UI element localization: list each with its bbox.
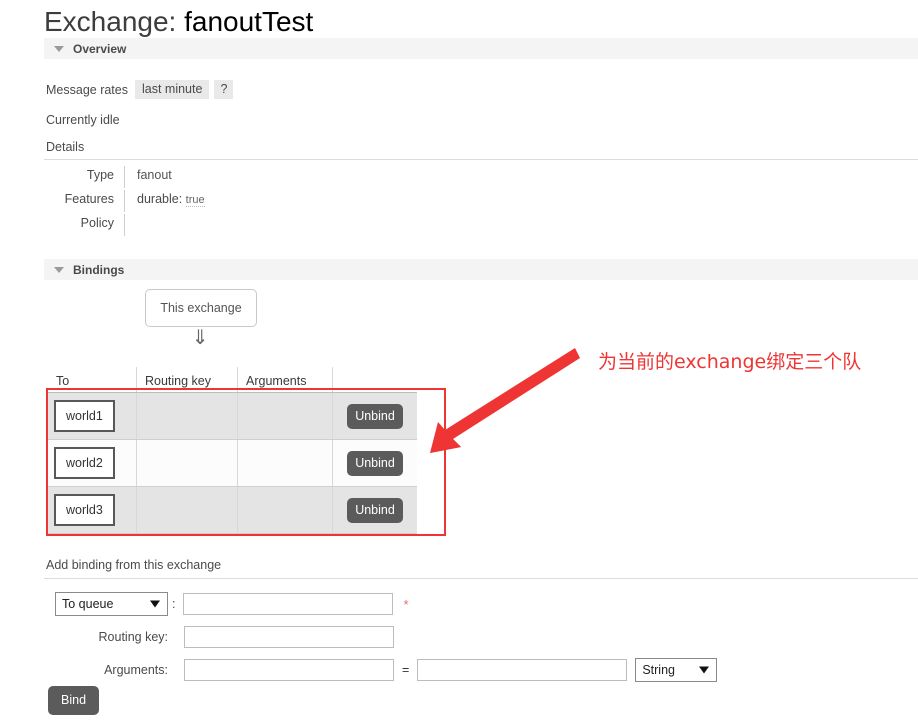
section-header-bindings-label: Bindings xyxy=(73,262,125,277)
binding-to-cell: world3 xyxy=(48,486,137,534)
table-row: world1 Unbind xyxy=(48,392,417,440)
binding-to-cell: world1 xyxy=(48,392,137,440)
details-divider xyxy=(44,159,918,160)
help-chip[interactable]: ? xyxy=(214,80,234,99)
routing-key-label: Routing key: xyxy=(98,630,168,644)
destination-type-select-wrap: To queue xyxy=(55,592,168,616)
bind-button[interactable]: Bind xyxy=(48,686,100,715)
bindings-table: To Routing key Arguments world1 Unbind w… xyxy=(48,367,417,534)
section-header-overview-label: Overview xyxy=(73,41,127,56)
destination-type-select[interactable]: To queue xyxy=(55,592,168,616)
feature-name-durable: durable: xyxy=(137,192,183,206)
routing-key-input[interactable] xyxy=(184,626,394,648)
annotation-arrow-icon xyxy=(430,348,580,453)
add-binding-form: To queue : * Routing key: Arguments: = S… xyxy=(44,592,718,691)
binding-arguments-cell xyxy=(237,439,333,487)
annotation-text: 为当前的exchange绑定三个队 xyxy=(598,351,862,373)
column-header-arguments[interactable]: Arguments xyxy=(237,367,333,393)
bind-button-wrap: Bind xyxy=(48,686,100,715)
binding-action-cell: Unbind xyxy=(332,392,417,440)
arguments-key-input[interactable] xyxy=(184,659,394,681)
status-text: Currently idle xyxy=(46,113,120,127)
queue-link[interactable]: world1 xyxy=(54,400,115,432)
destination-colon: : xyxy=(172,597,176,611)
destination-input[interactable] xyxy=(183,593,394,615)
table-row: world2 Unbind xyxy=(48,439,417,487)
chevron-down-icon xyxy=(54,45,64,52)
details-table: Type fanout Features durable: true Polic… xyxy=(44,166,344,238)
binding-routing-key-cell xyxy=(136,486,238,534)
form-row-destination: To queue : * xyxy=(44,592,717,616)
add-binding-title: Add binding from this exchange xyxy=(46,558,222,572)
unbind-button[interactable]: Unbind xyxy=(347,497,403,523)
column-header-to[interactable]: To xyxy=(48,367,137,393)
add-binding-divider xyxy=(44,578,918,579)
details-label: Details xyxy=(46,140,85,154)
chevron-down-icon xyxy=(54,266,64,273)
details-value-policy xyxy=(124,214,344,236)
queue-link[interactable]: world3 xyxy=(54,494,115,526)
required-marker: * xyxy=(403,596,409,612)
details-row-features: Features durable: true xyxy=(44,190,344,214)
binding-to-cell: world2 xyxy=(48,439,137,487)
binding-routing-key-cell xyxy=(136,439,238,487)
form-row-routing-key: Routing key: xyxy=(44,625,717,649)
section-header-overview[interactable]: Overview xyxy=(44,38,918,59)
arguments-value-input[interactable] xyxy=(417,659,628,681)
message-rates-label: Message rates xyxy=(46,82,128,97)
details-value-features: durable: true xyxy=(124,190,344,212)
binding-action-cell: Unbind xyxy=(332,439,417,487)
equals-sign: = xyxy=(402,663,410,677)
details-key-type: Type xyxy=(86,168,114,182)
section-header-bindings[interactable]: Bindings xyxy=(44,259,918,280)
column-header-action xyxy=(332,367,417,393)
details-key-features: Features xyxy=(64,192,114,206)
details-key-policy: Policy xyxy=(80,216,114,230)
details-value-type: fanout xyxy=(124,166,344,188)
argument-type-select[interactable]: String xyxy=(635,658,718,682)
binding-arguments-cell xyxy=(237,392,333,440)
this-exchange-node: This exchange xyxy=(145,289,257,327)
arguments-label: Arguments: xyxy=(104,663,168,677)
feature-value-durable: true xyxy=(185,194,205,207)
message-rates-row: Message rates last minute ? xyxy=(46,80,238,99)
argument-type-select-wrap: String xyxy=(635,658,718,682)
page-title-prefix: Exchange: xyxy=(44,6,185,37)
binding-routing-key-cell xyxy=(136,392,238,440)
down-double-arrow-icon: ⇓ xyxy=(191,327,209,349)
binding-action-cell: Unbind xyxy=(332,486,417,534)
unbind-button[interactable]: Unbind xyxy=(347,403,403,429)
exchange-name: fanoutTest xyxy=(184,6,314,37)
bindings-table-header-row: To Routing key Arguments xyxy=(48,367,417,393)
details-row-policy: Policy xyxy=(44,214,344,238)
unbind-button[interactable]: Unbind xyxy=(347,450,403,476)
table-row: world3 Unbind xyxy=(48,486,417,534)
page-title: Exchange: fanoutTest xyxy=(44,6,313,38)
details-row-type: Type fanout xyxy=(44,166,344,190)
queue-link[interactable]: world2 xyxy=(54,447,115,479)
column-header-routing-key[interactable]: Routing key xyxy=(136,367,238,393)
rate-period-chip[interactable]: last minute xyxy=(134,80,210,99)
binding-arguments-cell xyxy=(237,486,333,534)
form-row-arguments: Arguments: = String xyxy=(44,658,718,682)
